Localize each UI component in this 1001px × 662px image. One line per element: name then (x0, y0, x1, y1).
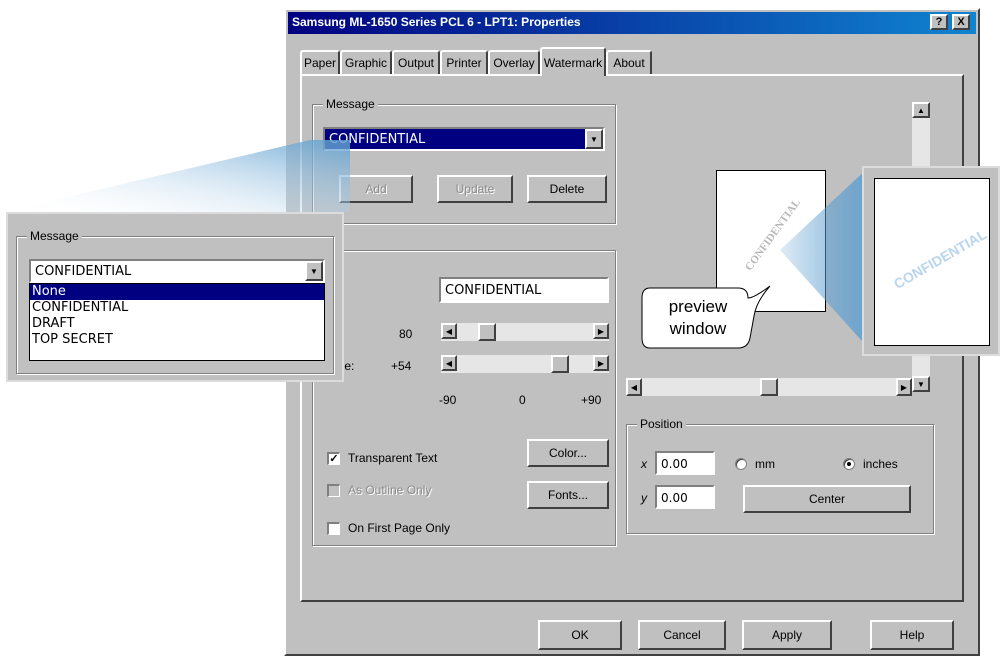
dropdown-option-confidential[interactable]: CONFIDENTIAL (30, 300, 324, 316)
first-page-only-checkbox[interactable] (327, 521, 340, 535)
zoom-message-select[interactable]: CONFIDENTIAL ▼ (29, 259, 325, 283)
fonts-button[interactable]: Fonts... (527, 481, 609, 509)
angle-scale-max: +90 (581, 393, 602, 407)
angle-value: +54 (391, 359, 412, 373)
preview-h-thumb[interactable] (760, 378, 778, 396)
tab-printer[interactable]: Printer (440, 50, 488, 74)
angle-scale-min: -90 (439, 393, 457, 407)
first-page-only-option[interactable]: On First Page Only (327, 521, 450, 535)
preview-horizontal-scrollbar[interactable]: ◀ ▶ (626, 378, 912, 396)
mm-radio[interactable] (735, 458, 747, 470)
size-left-arrow-icon[interactable]: ◀ (441, 323, 457, 339)
x-position-field[interactable]: 0.00 (655, 451, 715, 475)
zoom-preview-watermark: CONFIDENTIAL (890, 226, 990, 292)
update-button[interactable]: Update (437, 175, 513, 203)
cancel-button[interactable]: Cancel (638, 620, 726, 650)
angle-slider-thumb[interactable] (551, 355, 570, 373)
preview-right-arrow-icon[interactable]: ▶ (896, 378, 912, 396)
inches-radio[interactable] (843, 458, 855, 470)
center-button[interactable]: Center (743, 485, 911, 513)
outline-only-checkbox[interactable] (327, 483, 340, 497)
tab-watermark[interactable]: Watermark (540, 47, 606, 76)
y-label: y (641, 491, 647, 505)
angle-left-arrow-icon[interactable]: ◀ (441, 355, 457, 371)
zoom-chevron-down-icon[interactable]: ▼ (305, 261, 323, 281)
ok-button[interactable]: OK (538, 620, 622, 650)
x-label: x (641, 457, 647, 471)
outline-only-option[interactable]: As Outline Only (327, 483, 431, 497)
zoom-dropdown-panel: Message CONFIDENTIAL ▼ None CONFIDENTIAL… (6, 212, 344, 382)
dropdown-option-top-secret[interactable]: TOP SECRET (30, 332, 324, 348)
tab-overlay[interactable]: Overlay (488, 50, 540, 74)
size-right-arrow-icon[interactable]: ▶ (593, 323, 609, 339)
close-icon[interactable]: X (952, 14, 970, 30)
color-button[interactable]: Color... (527, 439, 609, 467)
chevron-down-icon[interactable]: ▼ (585, 129, 603, 149)
apply-button[interactable]: Apply (742, 620, 832, 650)
position-group-title: Position (637, 417, 686, 431)
zoom-message-group: Message CONFIDENTIAL ▼ None CONFIDENTIAL… (16, 229, 334, 374)
position-group: Position x 0.00 y 0.00 mm inches Center (626, 417, 934, 534)
zoom-preview-page: CONFIDENTIAL (874, 178, 990, 346)
tab-about[interactable]: About (606, 50, 652, 74)
size-slider[interactable]: ◀ ▶ (441, 323, 609, 341)
size-value: 80 (399, 327, 413, 341)
delete-button[interactable]: Delete (527, 175, 607, 203)
angle-slider[interactable]: ◀ ▶ (441, 355, 609, 373)
preview-left-arrow-icon[interactable]: ◀ (626, 378, 642, 396)
transparent-text-checkbox[interactable]: ✓ (327, 451, 340, 465)
zoom-message-title: Message (27, 229, 82, 243)
zoom-dropdown-list: None CONFIDENTIAL DRAFT TOP SECRET (29, 283, 325, 361)
angle-scale-mid: 0 (519, 393, 526, 407)
help-title-button[interactable]: ? (930, 14, 948, 30)
preview-down-arrow-icon[interactable]: ▼ (912, 376, 930, 392)
help-button[interactable]: Help (870, 620, 954, 650)
preview-window-callout: preview window (668, 297, 728, 338)
size-slider-thumb[interactable] (478, 323, 497, 341)
message-attributes-group: t: CONFIDENTIAL e: 80 ◀ ▶ gle: +54 ◀ ▶ -… (312, 250, 616, 546)
y-position-field[interactable]: 0.00 (655, 485, 715, 509)
preview-up-arrow-icon[interactable]: ▲ (912, 102, 930, 118)
inches-radio-option[interactable]: inches (843, 457, 898, 471)
mm-radio-option[interactable]: mm (735, 457, 775, 471)
dropdown-option-draft[interactable]: DRAFT (30, 316, 324, 332)
text-field[interactable]: CONFIDENTIAL (439, 277, 609, 303)
transparent-text-option[interactable]: ✓ Transparent Text (327, 451, 437, 465)
angle-right-arrow-icon[interactable]: ▶ (593, 355, 609, 371)
dropdown-option-none[interactable]: None (30, 284, 324, 300)
zoom-preview-panel: CONFIDENTIAL (862, 166, 1000, 356)
